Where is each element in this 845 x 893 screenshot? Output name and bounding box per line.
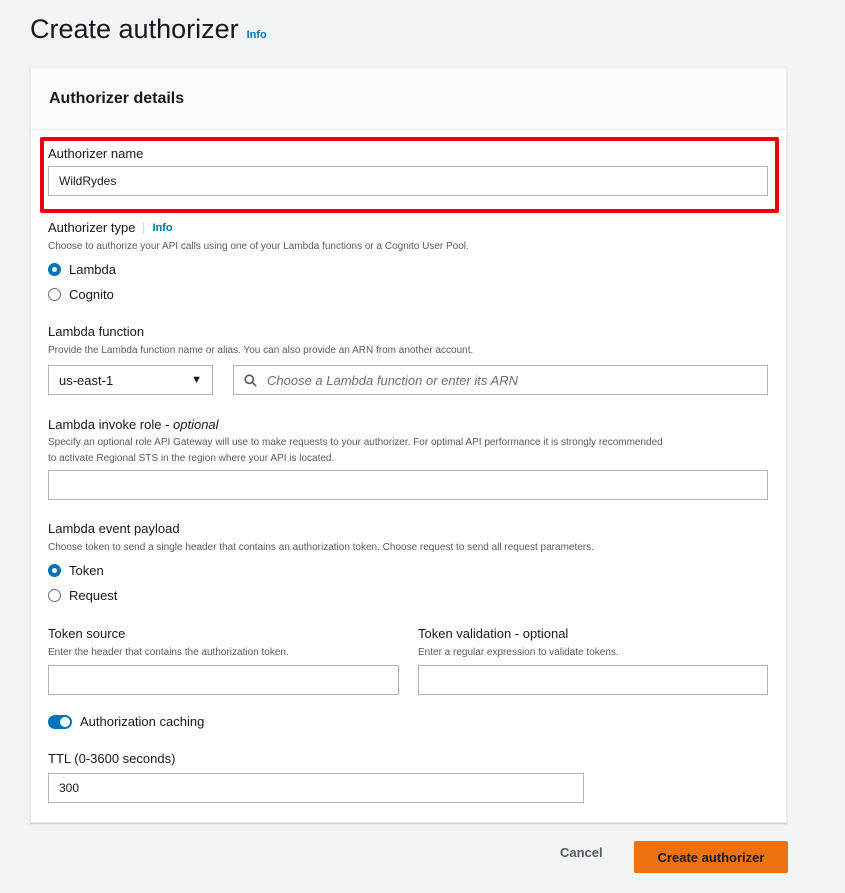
highlight-box <box>40 137 779 213</box>
invoke-role-label: Lambda invoke role - <box>48 417 174 432</box>
radio-unselected-icon <box>48 288 61 301</box>
panel-title: Authorizer details <box>49 89 185 107</box>
region-value: us-east-1 <box>59 372 114 388</box>
radio-token-label: Token <box>69 563 104 578</box>
radio-lambda[interactable]: Lambda <box>48 262 768 277</box>
authorizer-type-label: Authorizer type <box>48 220 136 235</box>
token-validation-input[interactable] <box>418 665 768 695</box>
radio-request[interactable]: Request <box>48 588 768 603</box>
caching-row: Authorization caching <box>48 714 204 729</box>
lambda-function-label: Lambda function <box>48 324 145 339</box>
lambda-function-field: Lambda function Provide the Lambda funct… <box>48 324 768 358</box>
invoke-role-description-2: to activate Regional STS in the region w… <box>48 453 335 464</box>
event-payload-label: Lambda event payload <box>48 521 180 536</box>
create-authorizer-button[interactable]: Create authorizer <box>634 841 788 873</box>
ttl-field: TTL (0-3600 seconds) 300 <box>48 751 584 803</box>
event-payload-description: Choose token to send a single header tha… <box>48 542 594 553</box>
info-link[interactable]: Info <box>247 29 267 41</box>
authorizer-type-description: Choose to authorize your API calls using… <box>48 241 469 252</box>
token-validation-description: Enter a regular expression to validate t… <box>418 647 619 658</box>
region-select[interactable]: us-east-1 ▼ <box>48 365 213 395</box>
page-title: Create authorizer <box>30 14 239 44</box>
ttl-label: TTL (0-3600 seconds) <box>48 751 176 766</box>
token-validation-label: Token validation - optional <box>418 626 569 641</box>
lambda-function-description: Provide the Lambda function name or alia… <box>48 345 474 356</box>
caret-down-icon: ▼ <box>191 374 202 386</box>
caching-label: Authorization caching <box>80 714 205 729</box>
event-payload-field: Lambda event payload Choose token to sen… <box>48 521 768 603</box>
token-source-label: Token source <box>48 626 126 641</box>
token-source-input[interactable] <box>48 665 399 695</box>
radio-cognito-label: Cognito <box>69 287 114 302</box>
ttl-input[interactable]: 300 <box>48 773 584 803</box>
caching-toggle[interactable] <box>48 714 72 729</box>
search-icon <box>244 373 257 387</box>
radio-unselected-icon <box>48 589 61 602</box>
panel-header: Authorizer details <box>31 68 786 130</box>
token-source-description: Enter the header that contains the autho… <box>48 647 289 658</box>
radio-request-label: Request <box>69 588 118 603</box>
page-header: Create authorizer Info <box>30 14 267 45</box>
token-validation-field: Token validation - optional Enter a regu… <box>418 626 768 695</box>
radio-token[interactable]: Token <box>48 563 768 578</box>
invoke-role-optional: optional <box>173 417 219 432</box>
invoke-role-description-1: Specify an optional role API Gateway wil… <box>48 437 663 448</box>
radio-cognito[interactable]: Cognito <box>48 287 768 302</box>
lambda-function-search[interactable]: Choose a Lambda function or enter its AR… <box>233 365 768 395</box>
token-source-field: Token source Enter the header that conta… <box>48 626 399 695</box>
invoke-role-field: Lambda invoke role - optional Specify an… <box>48 417 768 467</box>
radio-lambda-label: Lambda <box>69 262 116 277</box>
authorizer-type-field: Authorizer type Info Choose to authorize… <box>48 220 768 302</box>
invoke-role-input[interactable] <box>48 470 768 500</box>
radio-selected-icon <box>48 564 61 577</box>
radio-selected-icon <box>48 263 61 276</box>
authorizer-type-info-link[interactable]: Info <box>143 221 173 234</box>
cancel-button[interactable]: Cancel <box>560 845 603 860</box>
lambda-function-placeholder: Choose a Lambda function or enter its AR… <box>267 372 518 388</box>
